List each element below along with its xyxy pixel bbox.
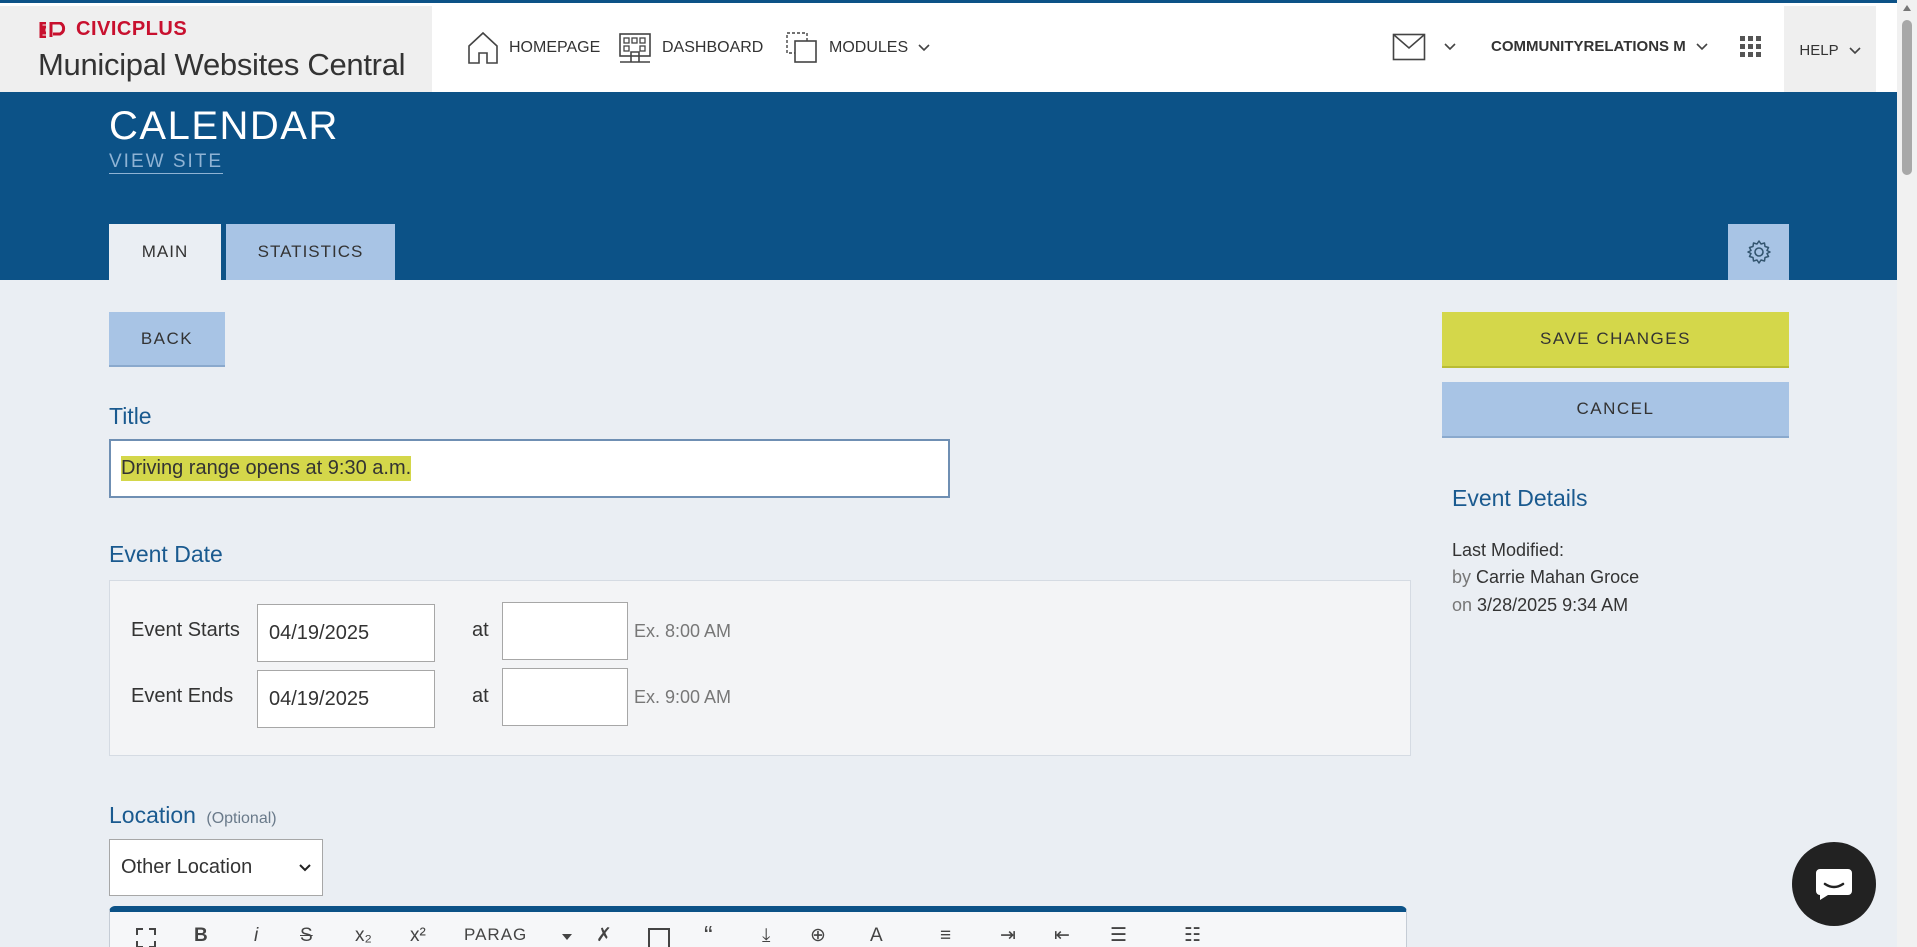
event-end-time-input[interactable] bbox=[502, 668, 628, 726]
last-modified-label: Last Modified: bbox=[1452, 540, 1565, 560]
top-navbar: CIVICPLUS Municipal Websites Central HOM… bbox=[0, 0, 1897, 95]
user-menu[interactable]: COMMUNITYRELATIONS M bbox=[1491, 38, 1708, 55]
end-time-hint: Ex. 9:00 AM bbox=[634, 687, 732, 707]
insert-box-icon[interactable] bbox=[648, 928, 670, 947]
page-scrollbar[interactable] bbox=[1897, 0, 1917, 947]
cancel-button[interactable]: CANCEL bbox=[1442, 382, 1789, 438]
clear-format-icon[interactable]: ✗ bbox=[596, 926, 612, 945]
chevron-down-icon bbox=[918, 44, 930, 52]
page-header: CALENDAR VIEW SITE MAIN STATISTICS bbox=[0, 92, 1897, 280]
home-icon bbox=[468, 31, 498, 64]
fullscreen-icon[interactable] bbox=[136, 928, 156, 947]
apps-grid-icon bbox=[1740, 36, 1761, 57]
event-starts-label: Event Starts bbox=[131, 619, 240, 641]
modified-by-prefix: by bbox=[1452, 567, 1472, 587]
mail-menu[interactable] bbox=[1392, 33, 1456, 61]
title-input[interactable]: Driving range opens at 9:30 a.m. bbox=[109, 439, 950, 498]
strikethrough-icon[interactable]: S bbox=[300, 926, 313, 945]
nav-modules[interactable]: MODULES bbox=[785, 28, 940, 68]
help-menu[interactable]: HELP bbox=[1784, 6, 1876, 95]
chevron-down-icon bbox=[1696, 42, 1708, 50]
settings-button[interactable] bbox=[1728, 224, 1789, 280]
brand-area[interactable]: CIVICPLUS Municipal Websites Central bbox=[0, 6, 432, 95]
outdent-icon[interactable]: ⇤ bbox=[1054, 926, 1070, 945]
brand-logo-text: CIVICPLUS bbox=[76, 18, 188, 40]
chevron-down-icon bbox=[1849, 46, 1861, 54]
bullet-list-icon[interactable]: ☰ bbox=[1110, 926, 1127, 945]
mail-icon bbox=[1392, 33, 1426, 61]
title-input-value: Driving range opens at 9:30 a.m. bbox=[121, 456, 412, 481]
brand-title: Municipal Websites Central bbox=[38, 47, 406, 82]
back-button[interactable]: BACK bbox=[109, 312, 225, 367]
nav-modules-label: MODULES bbox=[829, 39, 909, 56]
chevron-down-icon bbox=[299, 863, 311, 871]
help-label: HELP bbox=[1799, 42, 1839, 59]
view-site-link[interactable]: VIEW SITE bbox=[109, 151, 224, 174]
nav-homepage-label: HOMEPAGE bbox=[509, 39, 601, 56]
save-changes-button[interactable]: SAVE CHANGES bbox=[1442, 312, 1789, 368]
tab-statistics[interactable]: STATISTICS bbox=[226, 224, 395, 280]
insert-line-icon[interactable]: ⤓ bbox=[762, 926, 770, 945]
superscript-icon[interactable]: x² bbox=[410, 926, 426, 945]
location-select[interactable]: Other Location bbox=[109, 839, 323, 896]
event-date-panel: Event Starts 04/19/2025 at Ex. 8:00 AM E… bbox=[109, 580, 1411, 756]
nav-dashboard[interactable]: DASHBOARD bbox=[618, 28, 763, 68]
dashboard-icon bbox=[619, 33, 651, 63]
insert-link-icon[interactable]: ⊕ bbox=[810, 926, 826, 945]
modified-on-prefix: on bbox=[1452, 595, 1473, 615]
blockquote-icon[interactable]: “ bbox=[704, 922, 713, 947]
gear-icon bbox=[1746, 240, 1771, 264]
tab-main[interactable]: MAIN bbox=[109, 224, 221, 280]
italic-icon[interactable]: i bbox=[254, 926, 258, 945]
align-icon[interactable]: ≡ bbox=[940, 926, 951, 945]
event-details-heading: Event Details bbox=[1452, 485, 1588, 511]
page-title: CALENDAR bbox=[109, 104, 339, 148]
event-start-time-input[interactable] bbox=[502, 602, 628, 660]
event-date-label: Event Date bbox=[109, 541, 223, 567]
civicplus-mark-icon bbox=[39, 21, 66, 38]
event-ends-label: Event Ends bbox=[131, 685, 234, 707]
scrollbar-thumb[interactable] bbox=[1902, 20, 1912, 175]
start-time-hint: Ex. 8:00 AM bbox=[634, 621, 732, 641]
title-label: Title bbox=[109, 403, 152, 429]
scroll-up-arrow-icon[interactable] bbox=[1903, 5, 1911, 11]
nav-dashboard-label: DASHBOARD bbox=[662, 39, 764, 56]
location-label: Location (Optional) bbox=[109, 802, 277, 829]
modified-on: on 3/28/2025 9:34 AM bbox=[1452, 595, 1628, 616]
user-name: COMMUNITYRELATIONS M bbox=[1491, 38, 1686, 55]
chat-icon bbox=[1816, 869, 1852, 900]
subscript-icon[interactable]: x₂ bbox=[355, 926, 372, 945]
numbered-list-icon[interactable]: ☷ bbox=[1184, 926, 1201, 945]
indent-icon[interactable]: ⇥ bbox=[1000, 926, 1016, 945]
at-label: at bbox=[472, 619, 489, 641]
modified-by: by Carrie Mahan Groce bbox=[1452, 567, 1639, 588]
chat-widget-button[interactable] bbox=[1792, 842, 1876, 926]
location-optional-note: (Optional) bbox=[206, 810, 277, 827]
modules-icon bbox=[786, 32, 817, 63]
chevron-down-icon bbox=[1444, 43, 1456, 51]
modified-by-value: Carrie Mahan Groce bbox=[1476, 567, 1640, 587]
rich-text-editor-toolbar: B i S x₂ x² PARAG ✗ “ ⤓ ⊕ A ≡ ⇥ ⇤ ☰ ☷ bbox=[109, 906, 1407, 947]
at-label: at bbox=[472, 685, 489, 707]
event-end-date-input[interactable]: 04/19/2025 bbox=[257, 670, 435, 728]
bold-icon[interactable]: B bbox=[194, 926, 208, 945]
event-start-date-input[interactable]: 04/19/2025 bbox=[257, 604, 435, 662]
modified-on-value: 3/28/2025 9:34 AM bbox=[1477, 595, 1629, 615]
civicplus-logo: CIVICPLUS bbox=[38, 18, 187, 41]
location-label-text: Location bbox=[109, 802, 196, 828]
text-color-icon[interactable]: A bbox=[870, 926, 883, 945]
chevron-down-icon bbox=[562, 934, 572, 940]
apps-grid-button[interactable] bbox=[1740, 36, 1762, 62]
location-select-value: Other Location bbox=[121, 856, 253, 878]
nav-homepage[interactable]: HOMEPAGE bbox=[467, 28, 600, 68]
paragraph-format-dropdown[interactable]: PARAG bbox=[464, 926, 527, 943]
